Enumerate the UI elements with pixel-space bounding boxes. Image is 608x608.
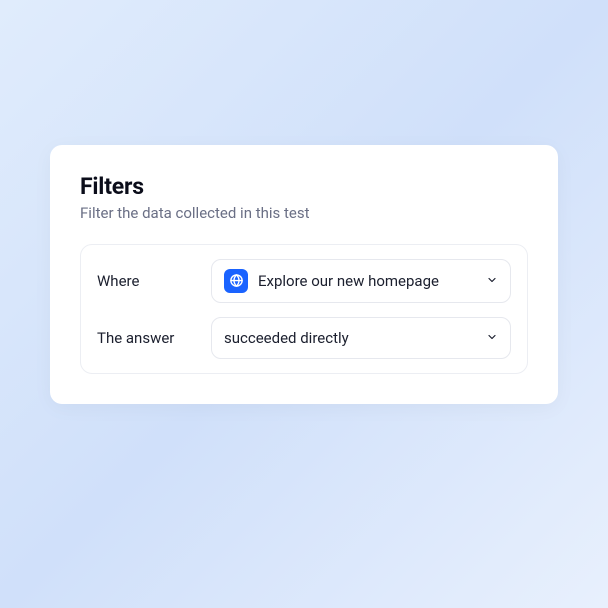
- globe-icon: [224, 269, 248, 293]
- chevron-down-icon: [486, 328, 498, 347]
- filter-row-answer: The answer succeeded directly: [97, 317, 511, 359]
- answer-select[interactable]: succeeded directly: [211, 317, 511, 359]
- filter-group: Where Explore our new homepage: [80, 244, 528, 374]
- card-title: Filters: [80, 173, 528, 200]
- chevron-down-icon: [486, 271, 498, 290]
- filters-card: Filters Filter the data collected in thi…: [50, 145, 558, 404]
- where-select-value: Explore our new homepage: [258, 272, 476, 290]
- card-subtitle: Filter the data collected in this test: [80, 204, 528, 222]
- filter-label-where: Where: [97, 272, 197, 290]
- filter-row-where: Where Explore our new homepage: [97, 259, 511, 303]
- where-select[interactable]: Explore our new homepage: [211, 259, 511, 303]
- answer-select-value: succeeded directly: [224, 329, 476, 347]
- filter-label-answer: The answer: [97, 329, 197, 347]
